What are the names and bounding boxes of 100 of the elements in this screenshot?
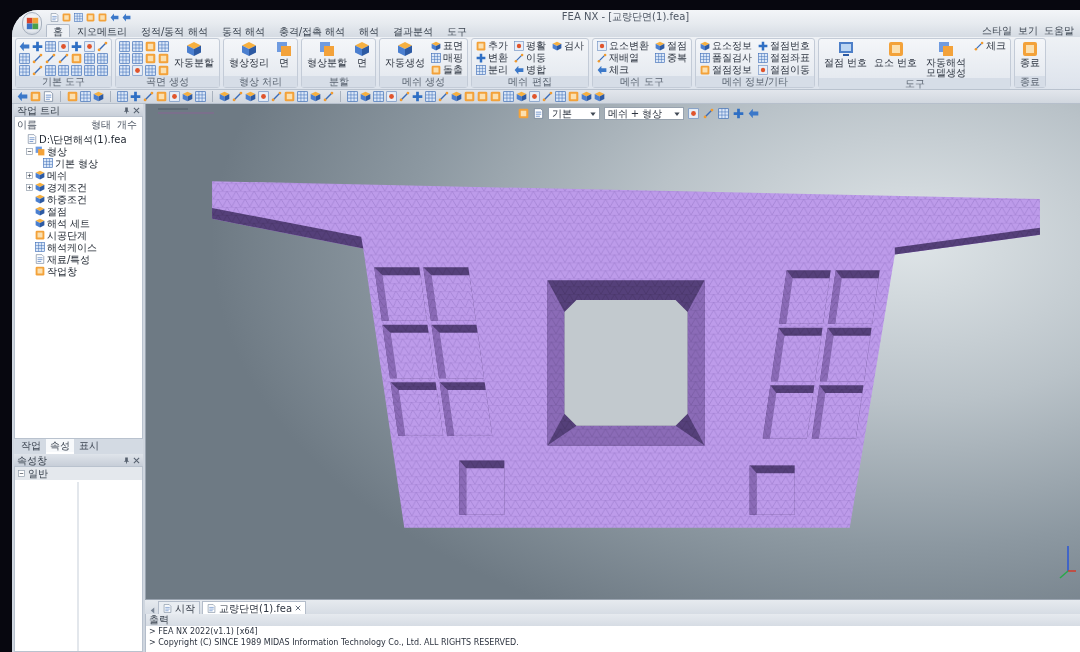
tile-icon[interactable] — [67, 91, 78, 102]
display-dropdown[interactable]: 기본 — [547, 107, 600, 120]
tree-item[interactable]: 메쉬 — [47, 169, 67, 181]
ribbon-button[interactable]: 병합 — [513, 64, 547, 76]
grid-icon[interactable] — [717, 108, 729, 119]
document-icon[interactable] — [43, 91, 54, 102]
tile-icon[interactable] — [477, 91, 488, 102]
ribbon-button[interactable]: 변환 — [475, 52, 509, 64]
grid-icon[interactable] — [132, 40, 143, 52]
grid-icon[interactable] — [45, 64, 56, 76]
tile-icon[interactable] — [71, 52, 82, 64]
arrow-icon[interactable] — [17, 91, 28, 102]
tile-icon[interactable] — [464, 91, 475, 102]
node-icon[interactable] — [529, 91, 540, 102]
node-icon[interactable] — [386, 91, 397, 102]
ribbon-button[interactable]: 절점이동 — [757, 64, 811, 76]
ribbon-tab[interactable]: 충격/접촉 해석 — [271, 24, 353, 37]
tile-icon[interactable] — [490, 91, 501, 102]
plus-icon[interactable] — [130, 91, 141, 102]
ribbon-button[interactable]: 체크 — [973, 40, 1008, 52]
grid-icon[interactable] — [425, 91, 436, 102]
ribbon-button[interactable]: 형상정리 — [227, 40, 271, 68]
grid-icon[interactable] — [297, 91, 308, 102]
column-header[interactable]: 형태 — [88, 119, 114, 130]
grid-icon[interactable] — [71, 64, 82, 76]
plus-icon[interactable] — [412, 91, 423, 102]
ribbon-button[interactable]: 면 — [352, 40, 372, 68]
document-tab[interactable]: 교량단면(1).fea — [202, 601, 307, 614]
plus-icon[interactable] — [71, 40, 82, 52]
ribbon-button[interactable]: 검사 — [551, 40, 585, 52]
line-icon[interactable] — [45, 52, 56, 64]
ribbon-button[interactable]: 형상분할 — [305, 40, 349, 68]
tile-icon[interactable] — [86, 12, 95, 22]
tile-icon[interactable] — [30, 91, 41, 102]
document-icon[interactable] — [532, 108, 544, 119]
grid-icon[interactable] — [158, 40, 169, 52]
ribbon-button[interactable]: 자동해석 모델생성 — [922, 40, 971, 78]
document-tab[interactable]: 시작 — [158, 601, 200, 614]
cube-icon[interactable] — [581, 91, 592, 102]
node-icon[interactable] — [132, 64, 143, 76]
tree-item[interactable]: 재료/특성 — [47, 253, 91, 265]
cube-icon[interactable] — [93, 91, 104, 102]
app-menu-button[interactable] — [22, 12, 42, 35]
grid-icon[interactable] — [503, 91, 514, 102]
cube-icon[interactable] — [360, 91, 371, 102]
tree-item[interactable]: 형상 — [47, 145, 67, 157]
cube-icon[interactable] — [245, 91, 256, 102]
panel-tab[interactable]: 작업 — [17, 439, 45, 454]
line-icon[interactable] — [542, 91, 553, 102]
grid-icon[interactable] — [97, 52, 108, 64]
node-icon[interactable] — [58, 40, 69, 52]
minus-box-icon[interactable] — [26, 147, 33, 155]
grid-icon[interactable] — [373, 91, 384, 102]
tree-item[interactable]: 하중조건 — [47, 193, 87, 205]
grid-icon[interactable] — [45, 40, 56, 52]
tile-icon[interactable] — [156, 91, 167, 102]
tree-item[interactable]: 절점 — [47, 205, 67, 217]
cube-icon[interactable] — [516, 91, 527, 102]
ribbon-button[interactable]: 절점좌표 — [757, 52, 811, 64]
cube-icon[interactable] — [310, 91, 321, 102]
ribbon-button[interactable]: 재배열 — [596, 52, 650, 64]
line-icon[interactable] — [32, 64, 43, 76]
line-icon[interactable] — [143, 91, 154, 102]
ribbon-button[interactable]: 평활 — [513, 40, 547, 52]
ribbon-button[interactable]: 요소정보 — [699, 40, 753, 52]
plus-icon[interactable] — [732, 108, 744, 119]
tree-item[interactable]: D:\단면해석(1).fea — [39, 133, 127, 145]
panel-tab[interactable]: 표시 — [75, 439, 103, 454]
grid-icon[interactable] — [74, 12, 83, 22]
tile-icon[interactable] — [284, 91, 295, 102]
tree-item[interactable]: 시공단계 — [47, 229, 87, 241]
tree-item[interactable]: 기본 형상 — [55, 157, 99, 169]
ribbon-button[interactable]: 품질검사 — [699, 52, 753, 64]
node-icon[interactable] — [258, 91, 269, 102]
tree-item[interactable]: 해석케이스 — [47, 241, 97, 253]
pin-icon[interactable] — [123, 106, 130, 114]
tree-item[interactable]: 경계조건 — [47, 181, 87, 193]
arrow-icon[interactable] — [19, 40, 30, 52]
tile-icon[interactable] — [145, 40, 156, 52]
grid-icon[interactable] — [80, 91, 91, 102]
cube-icon[interactable] — [182, 91, 193, 102]
ribbon-button[interactable]: 체크 — [596, 64, 650, 76]
cube-icon[interactable] — [219, 91, 230, 102]
ribbon-tab[interactable]: 동적 해석 — [214, 24, 272, 37]
column-header[interactable]: 이름 — [17, 119, 88, 130]
ribbon-button[interactable]: 자동생성 — [383, 40, 427, 68]
tile-icon[interactable] — [158, 52, 169, 64]
ribbon-tab[interactable]: 홈 — [46, 24, 70, 37]
close-icon[interactable] — [133, 106, 140, 114]
close-icon[interactable] — [133, 456, 140, 464]
grid-icon[interactable] — [84, 64, 95, 76]
ribbon-tab[interactable]: 도구 — [440, 24, 475, 37]
grid-icon[interactable] — [119, 52, 130, 64]
ribbon-button[interactable]: 중복 — [654, 52, 688, 64]
grid-icon[interactable] — [119, 40, 130, 52]
line-icon[interactable] — [58, 52, 69, 64]
menu-link[interactable]: 스타일 — [982, 25, 1012, 36]
display-dropdown[interactable]: 메쉬 + 형상 — [603, 107, 684, 120]
tile-icon[interactable] — [568, 91, 579, 102]
ribbon-tab[interactable]: 정적/동적 해석 — [134, 24, 215, 37]
